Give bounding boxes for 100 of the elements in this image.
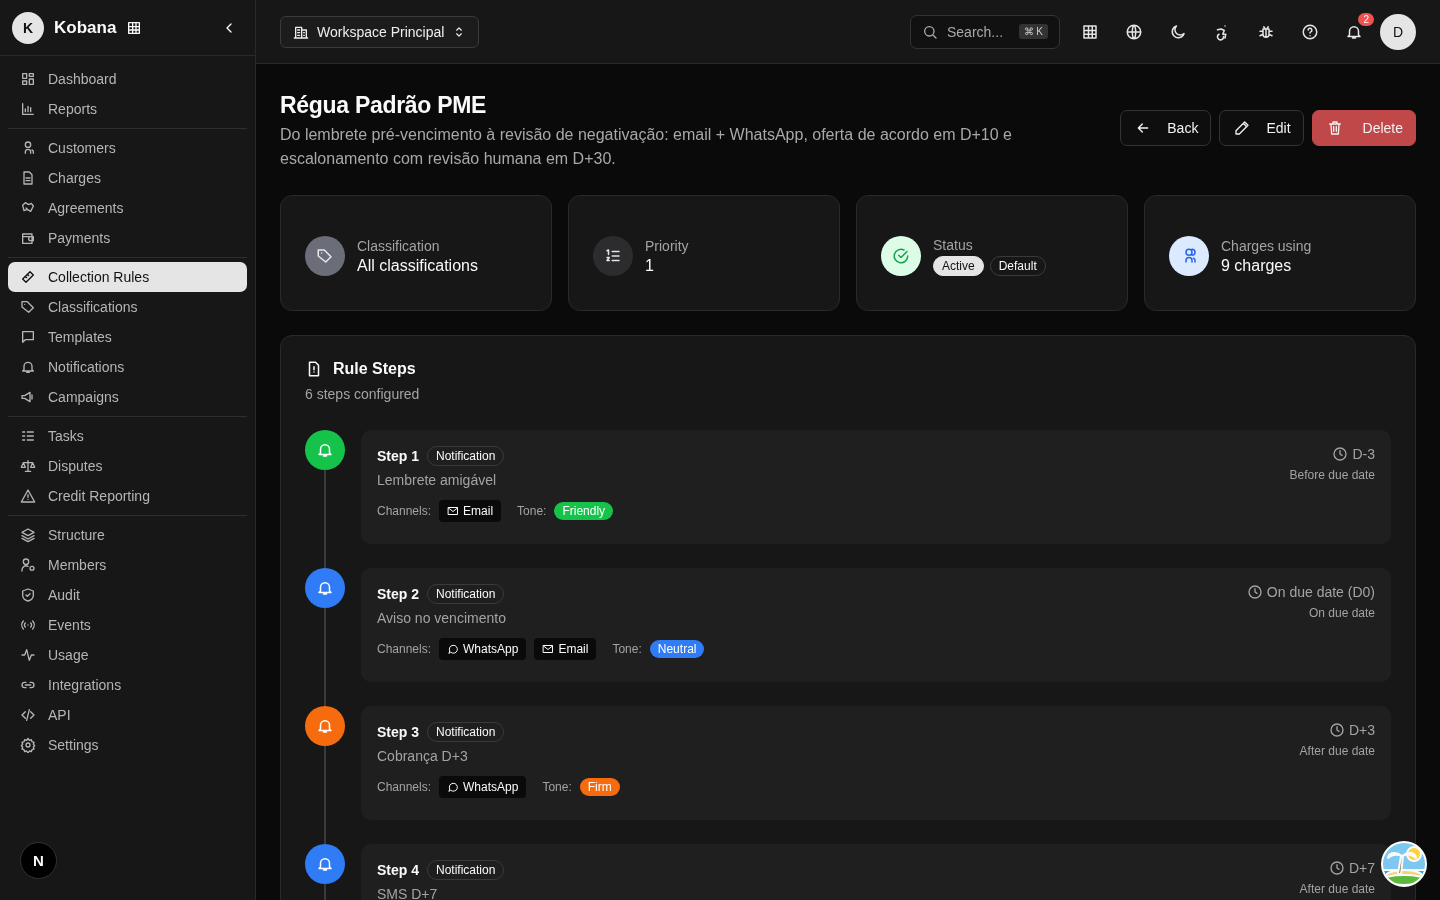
step-name: Step 3 bbox=[377, 724, 419, 740]
sidebar-item[interactable]: Agreements bbox=[8, 193, 247, 223]
sidebar-item[interactable]: Payments bbox=[8, 223, 247, 253]
clock-icon bbox=[1332, 446, 1349, 462]
tone-badge: Firm bbox=[579, 778, 620, 796]
step-offset: D+7 bbox=[1348, 860, 1375, 876]
workspace-avatar[interactable]: K bbox=[12, 11, 44, 44]
delete-icon bbox=[1326, 120, 1343, 136]
tag-icon bbox=[20, 299, 36, 315]
step-timing: After due date bbox=[1299, 882, 1375, 896]
status-badge: Active bbox=[933, 255, 984, 276]
channels-label: Channels: bbox=[377, 780, 432, 794]
step-timing: After due date bbox=[1299, 744, 1375, 758]
bar-chart-icon bbox=[20, 101, 36, 117]
sidebar-item[interactable]: Integrations bbox=[8, 670, 247, 700]
layers-icon bbox=[20, 527, 36, 543]
bell-icon bbox=[20, 359, 36, 375]
stat-value: All classifications bbox=[357, 256, 478, 275]
clock-icon bbox=[1328, 722, 1345, 738]
sidebar-item[interactable]: Audit bbox=[8, 580, 247, 610]
chat-bubble-icon bbox=[447, 781, 460, 793]
sidebar-item[interactable]: Classifications bbox=[8, 292, 247, 322]
shield-icon bbox=[20, 587, 36, 603]
brand-name: Kobana bbox=[54, 17, 117, 38]
document-icon bbox=[20, 170, 36, 186]
back-button[interactable]: Back bbox=[1120, 110, 1212, 146]
scale-icon bbox=[20, 458, 36, 474]
sidebar-item[interactable]: Campaigns bbox=[8, 382, 247, 412]
page-title: Régua Padrão PME bbox=[280, 92, 488, 119]
ruler-icon bbox=[20, 269, 36, 285]
sidebar-item[interactable]: Dashboard bbox=[8, 64, 247, 94]
tone-label: Tone: bbox=[542, 780, 572, 794]
panel-title: Rule Steps bbox=[333, 360, 416, 378]
edit-icon bbox=[1234, 120, 1251, 136]
search-icon bbox=[922, 23, 938, 40]
stat-label: Status bbox=[933, 236, 974, 253]
sidebar-item[interactable]: Members bbox=[8, 550, 247, 580]
activity-icon bbox=[20, 647, 36, 663]
workspace-selector[interactable]: Workspace Principal bbox=[280, 15, 480, 48]
globe-icon[interactable] bbox=[1125, 22, 1143, 41]
sidebar-item[interactable]: Templates bbox=[8, 322, 247, 352]
edit-button[interactable]: Edit bbox=[1219, 110, 1304, 146]
sidebar-item[interactable]: API bbox=[8, 700, 247, 730]
mail-icon bbox=[542, 643, 555, 655]
clock-icon bbox=[1328, 860, 1345, 876]
sidebar-item[interactable]: Notifications bbox=[8, 352, 247, 382]
megaphone-icon bbox=[20, 389, 36, 405]
tone-badge: Friendly bbox=[554, 502, 614, 520]
grid-icon[interactable] bbox=[126, 19, 143, 36]
warning-icon bbox=[20, 488, 36, 504]
step-timing: Before due date bbox=[1289, 468, 1375, 482]
panel-subtitle: 6 steps configured bbox=[305, 386, 421, 402]
grid-icon[interactable] bbox=[1081, 22, 1099, 41]
tone-label: Tone: bbox=[612, 642, 642, 656]
channel-tag: WhatsApp bbox=[439, 638, 527, 660]
step-timing: On due date bbox=[1308, 606, 1375, 620]
channels-label: Channels: bbox=[377, 504, 432, 518]
step-name: Step 2 bbox=[377, 586, 419, 602]
page-description: Do lembrete pré-vencimento à revisão de negativação: email + WhatsApp, oferta de acordo em D+10 e escalonamento com revisão humana em D+30. bbox=[280, 125, 1013, 169]
step-name: Step 1 bbox=[377, 448, 419, 464]
wallet-icon bbox=[20, 230, 36, 246]
stat-value: 1 bbox=[645, 256, 655, 275]
message-icon bbox=[20, 329, 36, 345]
step-offset: On due date (D0) bbox=[1266, 584, 1375, 600]
list-icon bbox=[20, 428, 36, 444]
channel-tag: Email bbox=[534, 638, 597, 660]
settings-icon bbox=[20, 737, 36, 753]
user-avatar[interactable]: D bbox=[1380, 13, 1416, 50]
sidebar-item[interactable]: Structure bbox=[8, 520, 247, 550]
sidebar-item[interactable]: Credit Reporting bbox=[8, 481, 247, 511]
step-offset: D+3 bbox=[1348, 722, 1375, 738]
delete-button[interactable]: Delete bbox=[1311, 110, 1416, 146]
user-icon bbox=[20, 557, 36, 573]
stat-label: Priority bbox=[645, 237, 689, 254]
tone-badge: Neutral bbox=[649, 640, 705, 658]
sidebar-item[interactable]: Settings bbox=[8, 730, 247, 760]
clock-icon bbox=[1246, 584, 1263, 600]
notification-count: 2 bbox=[1358, 12, 1374, 26]
sidebar-item[interactable]: Usage bbox=[8, 640, 247, 670]
sidebar-item[interactable]: Collection Rules bbox=[8, 262, 247, 292]
dev-badge[interactable]: N bbox=[20, 842, 57, 879]
sidebar-item[interactable]: Charges bbox=[8, 163, 247, 193]
sidebar-item[interactable]: Customers bbox=[8, 133, 247, 163]
tone-label: Tone: bbox=[517, 504, 547, 518]
sidebar-item[interactable]: Events bbox=[8, 610, 247, 640]
help-icon[interactable] bbox=[1301, 22, 1319, 41]
step-title: Cobrança D+3 bbox=[377, 748, 469, 764]
step-title: Aviso no vencimento bbox=[377, 610, 507, 626]
stat-value: 9 charges bbox=[1221, 256, 1293, 275]
sidebar-item[interactable]: Disputes bbox=[8, 451, 247, 481]
step-title: SMS D+7 bbox=[377, 886, 439, 900]
step-title: Lembrete amigável bbox=[377, 472, 498, 488]
step-name: Step 4 bbox=[377, 862, 419, 878]
users-icon bbox=[1169, 236, 1209, 276]
sidebar-item[interactable]: Reports bbox=[8, 94, 247, 124]
mail-icon bbox=[447, 505, 460, 517]
stat-label: Charges using bbox=[1221, 237, 1312, 254]
chat-bubble-icon bbox=[447, 643, 460, 655]
sidebar-item[interactable]: Tasks bbox=[8, 421, 247, 451]
moon-icon[interactable] bbox=[1169, 22, 1187, 41]
